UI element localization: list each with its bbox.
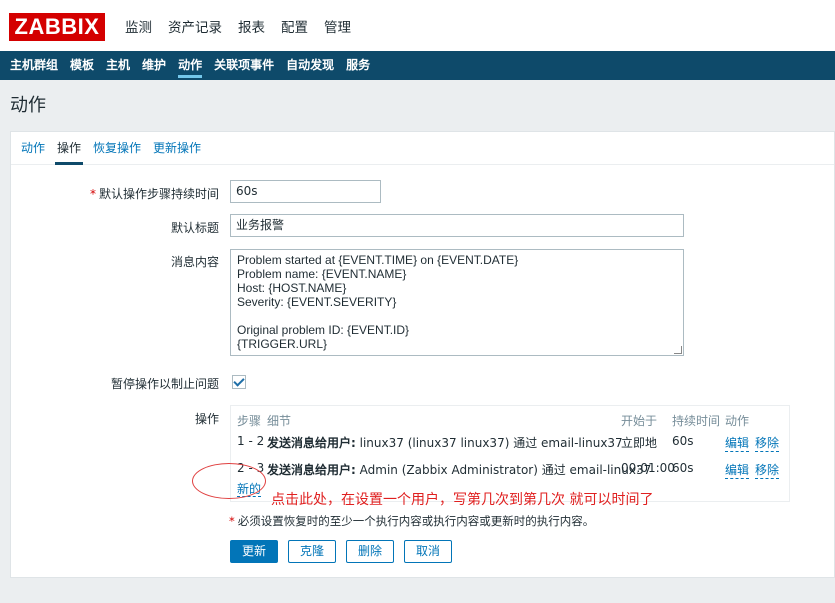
annotation-text: 点击此处，在设置一个用户，写第几次到第几次 就可以时间了 xyxy=(271,492,654,508)
annotation-circle xyxy=(192,463,266,499)
top-menu-inventory[interactable]: 资产记录 xyxy=(160,0,230,51)
edit-link[interactable]: 编辑 xyxy=(725,461,750,479)
edit-link[interactable]: 编辑 xyxy=(725,434,750,452)
row-steps: 1 - 2 xyxy=(237,434,265,448)
sub-nav-actions[interactable]: 动作 xyxy=(172,51,208,80)
pause-label: 暂停操作以制止问题 xyxy=(110,377,219,391)
sub-nav-correlation[interactable]: 关联项事件 xyxy=(208,51,280,80)
footer-strip xyxy=(0,582,835,603)
header-steps: 步骤 xyxy=(237,414,262,428)
sub-nav-discovery[interactable]: 自动发现 xyxy=(280,51,340,80)
row-start-in: 立即地 xyxy=(621,436,658,450)
top-menu-configuration[interactable]: 配置 xyxy=(273,0,316,51)
tab-update-operations[interactable]: 更新操作 xyxy=(147,132,207,164)
tab-recovery-operations[interactable]: 恢复操作 xyxy=(87,132,147,164)
row-detail-text: Admin (Zabbix Administrator) 通过 email-li… xyxy=(359,463,652,477)
required-marker: * xyxy=(229,514,235,528)
zabbix-logo[interactable]: ZABBIX xyxy=(9,13,105,41)
top-menu: 监测 资产记录 报表 配置 管理 xyxy=(117,0,359,51)
message-text: Problem started at {EVENT.TIME} on {EVEN… xyxy=(237,253,519,351)
operations-label: 操作 xyxy=(194,412,219,426)
duration-label: * 默认操作步骤持续时间 xyxy=(90,185,219,202)
row-duration: 60s xyxy=(672,461,694,475)
top-bar: ZABBIX 监测 资产记录 报表 配置 管理 xyxy=(0,0,835,51)
row-action-type: 发送消息给用户: xyxy=(267,436,356,450)
tab-operations[interactable]: 操作 xyxy=(51,132,87,165)
sub-nav-templates[interactable]: 模板 xyxy=(64,51,100,80)
tab-bar: 动作 操作 恢复操作 更新操作 xyxy=(11,132,834,165)
row-start-in: 00:01:00 xyxy=(621,461,675,475)
top-menu-administration[interactable]: 管理 xyxy=(316,0,359,51)
update-button[interactable]: 更新 xyxy=(230,540,278,563)
header-action: 动作 xyxy=(725,414,750,428)
sub-nav: 主机群组 模板 主机 维护 动作 关联项事件 自动发现 服务 xyxy=(0,51,835,80)
remove-link[interactable]: 移除 xyxy=(755,434,780,452)
message-textarea[interactable]: Problem started at {EVENT.TIME} on {EVEN… xyxy=(230,249,684,356)
row-detail: 发送消息给用户: linux37 (linux37 linux37) 通过 em… xyxy=(267,434,623,451)
duration-label-text: 默认操作步骤持续时间 xyxy=(98,187,219,201)
header-start-in: 开始于 xyxy=(621,414,658,428)
clone-button[interactable]: 克隆 xyxy=(288,540,336,563)
row-detail-text: linux37 (linux37 linux37) 通过 email-linux… xyxy=(359,436,623,450)
operations-table: 步骤 细节 开始于 持续时间 动作 1 - 2 发送消息给用户: linux37… xyxy=(230,405,790,502)
top-menu-reports[interactable]: 报表 xyxy=(230,0,273,51)
footnote-text: 必须设置恢复时的至少一个执行内容或执行内容或更新时的执行内容。 xyxy=(237,514,595,528)
page-title: 动作 xyxy=(10,95,46,116)
resize-handle-icon[interactable] xyxy=(674,346,682,354)
cancel-button[interactable]: 取消 xyxy=(404,540,452,563)
subject-label: 默认标题 xyxy=(170,221,219,235)
top-menu-monitoring[interactable]: 监测 xyxy=(117,0,160,51)
sub-nav-hosts[interactable]: 主机 xyxy=(100,51,136,80)
delete-button[interactable]: 删除 xyxy=(346,540,394,563)
row-duration: 60s xyxy=(672,434,694,448)
action-form-panel: 动作 操作 恢复操作 更新操作 * 默认操作步骤持续时间 60s 默认标题 业务报… xyxy=(10,131,835,578)
message-label: 消息内容 xyxy=(170,255,219,269)
row-detail: 发送消息给用户: Admin (Zabbix Administrator) 通过… xyxy=(267,461,651,478)
remove-link[interactable]: 移除 xyxy=(755,461,780,479)
required-marker: * xyxy=(89,187,96,201)
header-duration: 持续时间 xyxy=(672,414,721,428)
sub-nav-maintenance[interactable]: 维护 xyxy=(136,51,172,80)
sub-nav-host-groups[interactable]: 主机群组 xyxy=(4,51,64,80)
row-action-type: 发送消息给用户: xyxy=(267,463,356,477)
subject-input[interactable]: 业务报警 xyxy=(230,214,684,237)
header-details: 细节 xyxy=(267,414,292,428)
pause-checkbox[interactable] xyxy=(232,375,246,389)
tab-action[interactable]: 动作 xyxy=(15,132,51,164)
sub-nav-services[interactable]: 服务 xyxy=(340,51,376,80)
required-footnote: * 必须设置恢复时的至少一个执行内容或执行内容或更新时的执行内容。 xyxy=(229,513,594,529)
duration-input[interactable]: 60s xyxy=(230,180,381,203)
